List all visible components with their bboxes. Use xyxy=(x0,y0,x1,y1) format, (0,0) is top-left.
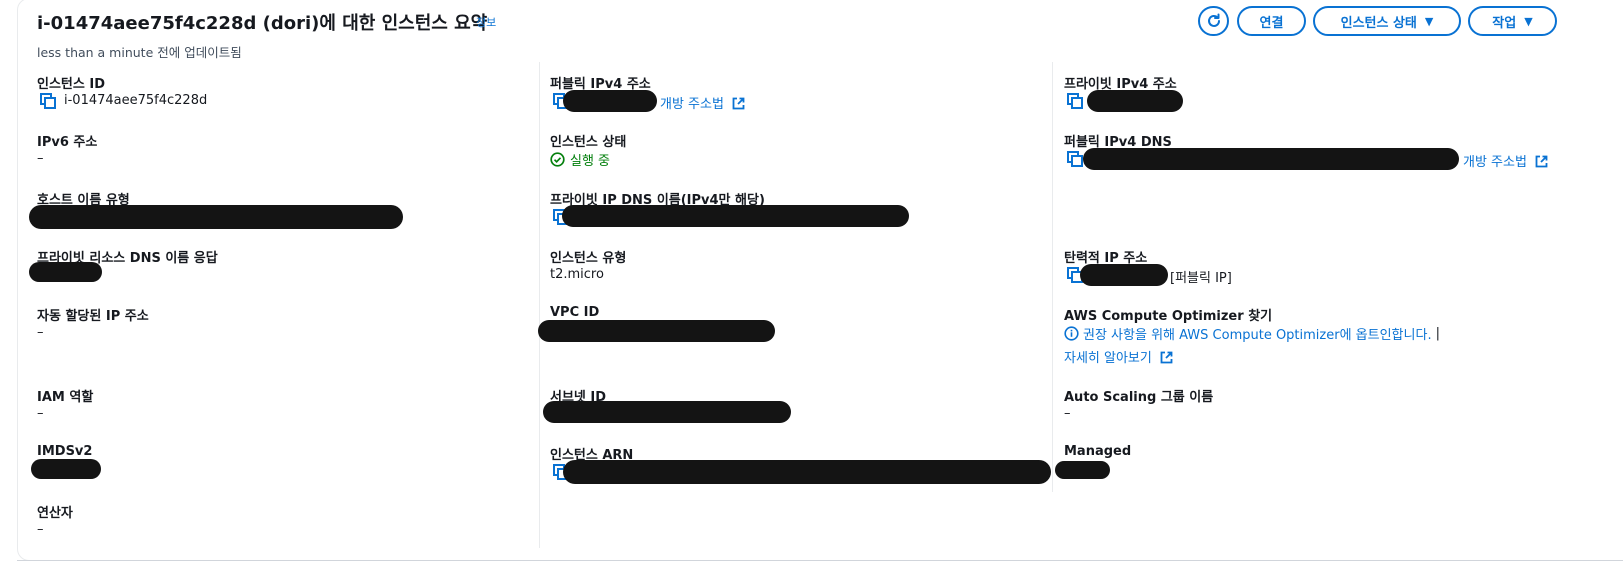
open-address-link[interactable]: 개방 주소법 xyxy=(1463,151,1548,170)
connect-button-label: 연결 xyxy=(1259,15,1284,31)
external-link-icon xyxy=(732,97,745,110)
open-address-link-label: 개방 주소법 xyxy=(1463,155,1527,170)
check-circle-icon xyxy=(550,152,565,167)
redacted-block xyxy=(31,459,101,479)
asg-name-value: – xyxy=(1064,406,1071,421)
info-link[interactable]: 정보 xyxy=(476,14,496,30)
redacted-block xyxy=(538,320,775,342)
redacted-block xyxy=(29,262,102,282)
caret-down-icon: ▼ xyxy=(1424,14,1434,28)
external-link-icon xyxy=(1160,351,1173,364)
external-link-icon xyxy=(1535,155,1548,168)
copy-icon[interactable] xyxy=(40,93,56,109)
instance-id-value: i-01474aee75f4c228d xyxy=(64,93,208,108)
panel-bottom-border xyxy=(17,560,1623,561)
operator-label: 연산자 xyxy=(37,506,73,521)
separator: | xyxy=(1435,326,1440,341)
instance-id-label: 인스턴스 ID xyxy=(37,77,105,92)
managed-label: Managed xyxy=(1064,444,1132,459)
instance-state-button-label: 인스턴스 상태 xyxy=(1340,15,1417,31)
redacted-block xyxy=(1055,461,1110,479)
ipv6-value: – xyxy=(37,151,44,166)
connect-button[interactable]: 연결 xyxy=(1237,6,1306,36)
operator-value: – xyxy=(37,522,44,537)
refresh-icon xyxy=(1207,13,1220,27)
actions-button[interactable]: 작업 ▼ xyxy=(1468,6,1557,36)
iam-role-value: – xyxy=(37,406,44,421)
vpc-id-label: VPC ID xyxy=(550,305,600,320)
asg-name-label: Auto Scaling 그룹 이름 xyxy=(1064,390,1214,405)
learn-more-link[interactable]: 자세히 알아보기 xyxy=(1064,347,1173,366)
refresh-button[interactable] xyxy=(1198,6,1229,36)
page-title: i-01474aee75f4c228d (dori)에 대한 인스턴스 요약 xyxy=(37,13,488,34)
redacted-block xyxy=(29,205,403,229)
ipv6-label: IPv6 주소 xyxy=(37,135,98,150)
caret-down-icon: ▼ xyxy=(1524,14,1533,28)
last-updated-text: less than a minute 전에 업데이트됨 xyxy=(37,45,242,60)
instance-state-label: 인스턴스 상태 xyxy=(550,135,627,150)
instance-state-status: 실행 중 xyxy=(550,150,610,169)
redacted-block xyxy=(563,90,657,112)
instance-type-label: 인스턴스 유형 xyxy=(550,251,627,266)
info-icon xyxy=(1064,326,1079,341)
iam-role-label: IAM 역할 xyxy=(37,390,94,405)
instance-state-button[interactable]: 인스턴스 상태 ▼ xyxy=(1313,6,1461,36)
actions-button-label: 작업 xyxy=(1492,15,1517,31)
redacted-block xyxy=(563,460,1051,484)
redacted-block xyxy=(1083,148,1459,170)
redacted-block xyxy=(1087,90,1183,112)
open-address-link[interactable]: 개방 주소법 xyxy=(660,93,745,112)
redacted-block xyxy=(543,401,791,423)
compute-optimizer-optin-link[interactable]: 권장 사항을 위해 AWS Compute Optimizer에 옵트인합니다.… xyxy=(1064,324,1440,343)
learn-more-label: 자세히 알아보기 xyxy=(1064,351,1152,366)
open-address-link-label: 개방 주소법 xyxy=(660,97,724,112)
auto-ip-label: 자동 할당된 IP 주소 xyxy=(37,309,149,324)
instance-state-value: 실행 중 xyxy=(570,154,611,169)
copy-icon[interactable] xyxy=(1067,93,1083,109)
redacted-block xyxy=(562,205,909,227)
redacted-block xyxy=(1080,264,1168,286)
copy-icon[interactable] xyxy=(1067,151,1083,167)
elastic-ip-suffix: [퍼블릭 IP] xyxy=(1170,271,1232,286)
instance-type-value: t2.micro xyxy=(550,267,604,282)
imdsv2-label: IMDSv2 xyxy=(37,444,93,459)
compute-optimizer-message: 권장 사항을 위해 AWS Compute Optimizer에 옵트인합니다. xyxy=(1083,328,1432,343)
auto-ip-value: – xyxy=(37,325,44,340)
column-divider xyxy=(539,62,540,548)
compute-optimizer-label: AWS Compute Optimizer 찾기 xyxy=(1064,309,1273,324)
column-divider xyxy=(1052,62,1053,492)
